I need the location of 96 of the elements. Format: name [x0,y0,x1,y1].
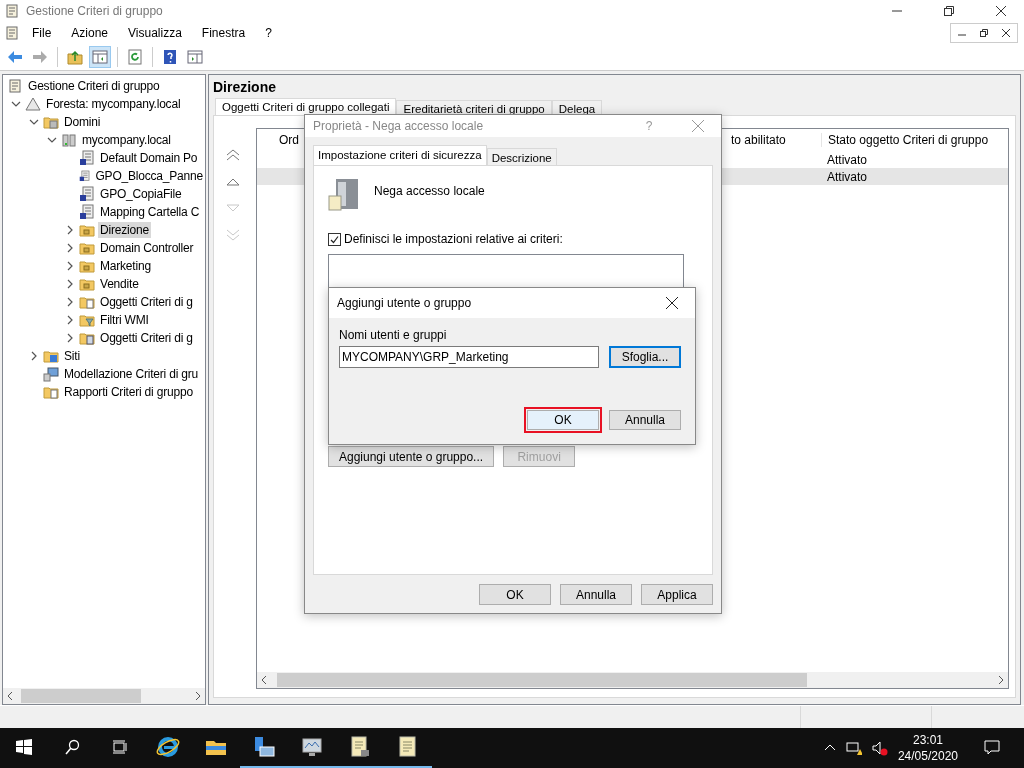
folder-icon [79,276,95,292]
checkbox-label: Definisci le impostazioni relative ai criteri: [344,232,563,246]
tab[interactable]: Impostazione criteri di sicurezza [313,145,487,165]
toolbar-button[interactable] [89,46,111,68]
network-warning-icon [845,740,862,756]
dialog-button[interactable]: OK [479,584,551,605]
menu-item[interactable]: Azione [63,24,117,42]
folder-icon [79,258,95,274]
tree-item[interactable]: Foresta: mycompany.local [44,96,183,112]
tree-item[interactable]: Marketing [98,258,153,274]
tree-item[interactable]: Vendite [98,276,141,292]
browse-button[interactable]: Sfoglia... [609,346,681,368]
column-header[interactable]: to abilitato [725,133,821,147]
scrollbar[interactable] [3,687,205,704]
menu-item[interactable]: Finestra [193,24,254,42]
speaker-muted-icon [871,740,888,756]
server-icon [252,735,276,759]
folder-icon [43,114,59,130]
triangle-icon [25,96,41,112]
dialog-button[interactable]: Applica [641,584,713,605]
restore-icon [944,6,954,16]
browser-e-icon [156,735,180,759]
tree-item[interactable]: Filtri WMI [98,312,151,328]
tab[interactable]: Oggetti Criteri di gruppo collegati [215,98,397,115]
tree-item[interactable]: Domini [62,114,103,130]
tree-item[interactable]: Oggetti Criteri di g [98,294,195,310]
menu-item[interactable]: ? [257,24,280,42]
restore-icon [980,29,988,37]
close-icon [666,297,678,309]
tree-item[interactable]: Direzione [98,222,151,238]
scrollbar[interactable] [257,671,1008,688]
tree-item[interactable]: Domain Controller [98,240,196,256]
column-header[interactable]: Stato oggetto Criteri di gruppo [821,133,1008,147]
computer-icon [43,366,59,382]
scroll-icon [348,735,372,759]
app-icon [4,3,20,19]
monitor-icon [300,735,324,759]
tree-item[interactable]: Gestione Criteri di gruppo [26,78,162,94]
list-action-button[interactable]: Aggiungi utente o gruppo... [328,446,495,467]
menu-item[interactable]: File [24,24,60,42]
checkbox[interactable] [328,232,341,246]
policy-link-icon [79,204,95,220]
close-icon [1002,29,1010,37]
close-icon [996,6,1006,16]
tree-item[interactable]: Rapporti Criteri di gruppo [62,384,195,400]
folder-icon [79,312,95,328]
folder-icon [79,222,95,238]
tree-item[interactable]: mycompany.local [80,132,173,148]
close-icon [692,120,704,132]
policy-link-icon [79,150,95,166]
folder-icon [43,348,59,364]
policy-link-icon [79,168,91,184]
input-field[interactable]: MYCOMPANY\GRP_Marketing [339,346,599,368]
server-policy-icon [328,178,360,212]
pane-icon [92,49,108,65]
policy-name: Nega accesso locale [374,184,485,198]
servers-icon [61,132,77,148]
folder-icon [79,330,95,346]
search-icon [64,739,80,755]
tree-item[interactable]: Oggetti Criteri di g [98,330,195,346]
message-icon [984,739,1000,755]
dialog-title: Aggiungi utente o gruppo [337,296,473,310]
pane-icon [187,49,203,65]
check-icon [330,234,339,244]
field-label: Nomi utenti e gruppi [339,328,448,342]
dialog-button[interactable]: OK [527,410,599,430]
windows-icon [16,739,32,755]
dialog-title: Proprietà - Nega accesso locale [313,119,485,133]
folder-icon [79,294,95,310]
console-icon [4,25,20,41]
folder-icon [43,384,59,400]
tree-item[interactable]: GPO_CopiaFile [98,186,184,202]
clock-time[interactable]: 23:01 [912,732,943,748]
dialog-button[interactable]: Annulla [609,410,681,430]
tree-item[interactable]: GPO_Blocca_Panne [93,168,205,184]
tree-item[interactable]: Mapping Cartella C [98,204,202,220]
tree-item[interactable]: Modellazione Criteri di gru [62,366,200,382]
back-arrow-icon [7,49,23,65]
dialog-button[interactable]: Annulla [560,584,632,605]
tab[interactable]: Descrizione [486,148,557,165]
tree-item[interactable]: Siti [62,348,82,364]
table-cell-text: Attivato [826,169,869,184]
folder-up-icon [67,49,83,65]
task-view-icon [112,739,128,755]
clock-date[interactable]: 24/05/2020 [897,748,958,764]
refresh-icon [127,49,143,65]
folder-icon [79,240,95,256]
window-title: Gestione Criteri di gruppo [26,4,163,18]
menu-item[interactable]: Visualizza [120,24,190,42]
forward-arrow-icon [32,49,48,65]
panel-title: Direzione [213,79,277,97]
tree-item[interactable]: Default Domain Po [98,150,200,166]
chevron-icon [29,351,39,361]
help-icon [162,49,178,65]
policy-link-icon [79,186,95,202]
scroll-icon [7,78,23,94]
